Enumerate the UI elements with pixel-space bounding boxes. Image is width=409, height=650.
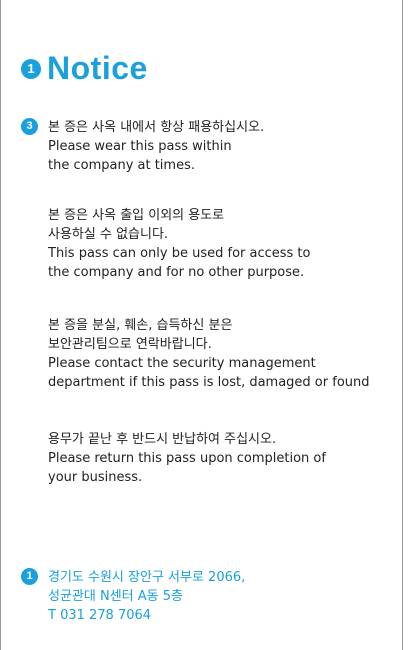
address-number-badge: 1 [21, 568, 38, 585]
notice-line: Please return this pass upon completion … [48, 451, 326, 466]
notice-line: department if this pass is lost, damaged… [48, 375, 370, 390]
notice-line: the company and for no other purpose. [48, 265, 305, 280]
page-title: Notice [47, 50, 148, 86]
address-block: 1 경기도 수원시 장안구 서부로 2066, 성균관대 N센터 A동 5층 T… [21, 568, 378, 625]
notice-line: 본 증을 분실, 훼손, 습득하신 분은 [48, 318, 233, 333]
address-line: 경기도 수원시 장안구 서부로 2066, [48, 570, 246, 585]
notice-line: 용무가 끝난 후 반드시 반납하여 주십시오. [48, 432, 277, 447]
notice-line: 사용하실 수 없습니다. [48, 227, 169, 242]
title-row: 1 Notice [21, 50, 148, 87]
address-line: 성균관대 N센터 A동 5층 [48, 589, 183, 604]
notice-line: the company at times. [48, 158, 195, 173]
notice-line: Please contact the security management [48, 356, 316, 371]
notice-card: 1 Notice 3 본 증은 사옥 내에서 항상 패용하십시오. Please… [0, 0, 403, 650]
notice-item-return-pass: 용무가 끝난 후 반드시 반납하여 주십시오. Please return th… [48, 430, 398, 487]
notice-number-badge: 3 [21, 118, 38, 135]
notice-line: 본 증은 사옥 출입 이외의 용도로 [48, 208, 225, 223]
notice-line: Please wear this pass within [48, 139, 232, 154]
notice-line: 본 증은 사옥 내에서 항상 패용하십시오. [48, 120, 265, 135]
notice-item-access-only: 본 증은 사옥 출입 이외의 용도로 사용하실 수 없습니다. This pas… [48, 206, 398, 282]
notice-line: 보안관리팀으로 연락바랍니다. [48, 337, 212, 352]
phone-line: T 031 278 7064 [48, 608, 152, 623]
title-number-badge: 1 [21, 58, 41, 79]
notice-item-wear-pass: 3 본 증은 사옥 내에서 항상 패용하십시오. Please wear thi… [21, 118, 398, 175]
notice-line: your business. [48, 470, 143, 485]
notice-item-lost-found: 본 증을 분실, 훼손, 습득하신 분은 보안관리팀으로 연락바랍니다. Ple… [48, 316, 398, 392]
notice-line: This pass can only be used for access to [48, 246, 311, 261]
